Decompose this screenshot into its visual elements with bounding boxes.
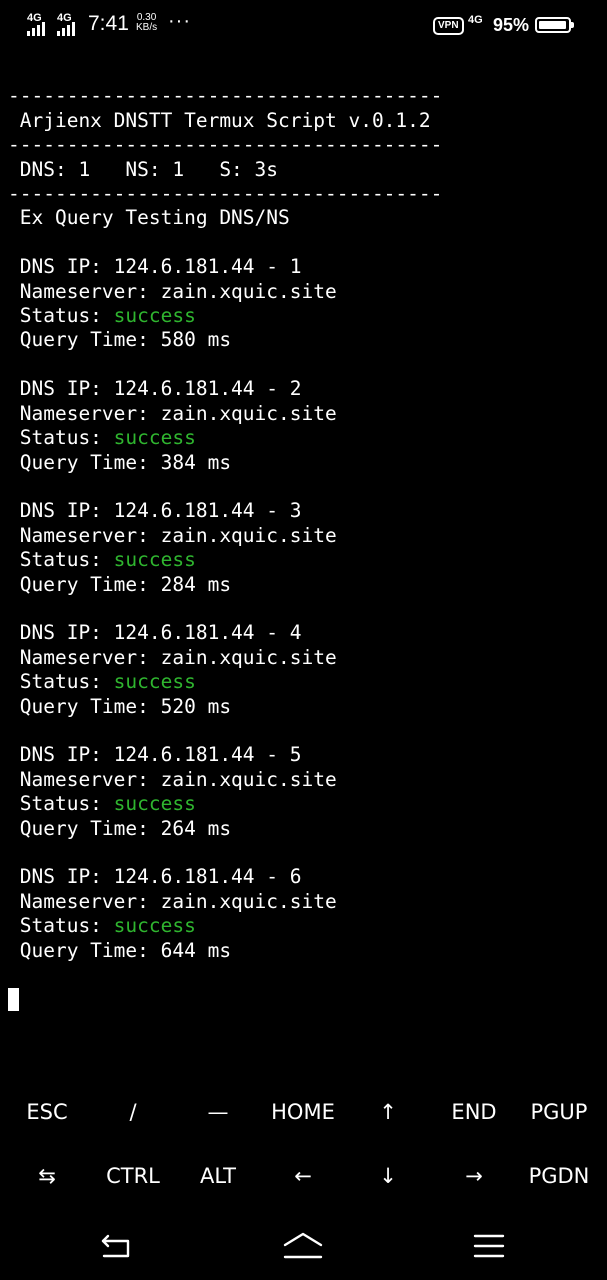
result-block: DNS IP: 124.6.181.44 - 5 Nameserver: zai… (8, 743, 442, 841)
status-label: Status: (8, 792, 114, 816)
home-key[interactable]: HOME (260, 1080, 346, 1144)
arrow-left-key[interactable]: ← (260, 1144, 346, 1208)
status-label: Status: (8, 548, 114, 572)
nameserver-line: Nameserver: zain.xquic.site (8, 645, 337, 669)
status-line: Status: success (8, 670, 442, 694)
menu-icon (473, 1234, 505, 1258)
query-time-line: Query Time: 384 ms (8, 450, 232, 474)
status-line: Status: success (8, 792, 442, 816)
status-line: Status: success (8, 548, 442, 572)
query-time-line: Query Time: 264 ms (8, 816, 232, 840)
query-time-line: Query Time: 284 ms (8, 572, 232, 596)
result-block: DNS IP: 124.6.181.44 - 2 Nameserver: zai… (8, 377, 442, 475)
esc-key[interactable]: ESC (4, 1080, 90, 1144)
end-key[interactable]: END (431, 1080, 517, 1144)
pgup-key[interactable]: PGUP (516, 1080, 602, 1144)
alt-key[interactable]: ALT (175, 1144, 261, 1208)
script-title: Arjienx DNSTT Termux Script v.0.1.2 (8, 108, 431, 132)
home-icon (283, 1232, 323, 1259)
net-speed: 0.30 KB/s (136, 13, 157, 33)
battery-tip (571, 22, 574, 28)
clock: 7:41 (88, 12, 129, 35)
status-value: success (113, 304, 196, 328)
arrow-up-key[interactable]: ↑ (345, 1080, 431, 1144)
query-time-line: Query Time: 644 ms (8, 938, 232, 962)
signal-1-label: 4G (27, 12, 42, 24)
ctrl-key[interactable]: CTRL (90, 1144, 176, 1208)
nameserver-line: Nameserver: zain.xquic.site (8, 523, 337, 547)
slash-key[interactable]: / (90, 1080, 176, 1144)
dns-ip-line: DNS IP: 124.6.181.44 - 5 (8, 743, 302, 767)
dns-ip-line: DNS IP: 124.6.181.44 - 6 (8, 865, 302, 889)
nameserver-line: Nameserver: zain.xquic.site (8, 401, 337, 425)
dns-ip-line: DNS IP: 124.6.181.44 - 3 (8, 499, 302, 523)
status-label: Status: (8, 426, 114, 450)
summary-line: DNS: 1 NS: 1 S: 3s (8, 157, 279, 181)
status-value: success (113, 670, 196, 694)
navigation-bar (0, 1216, 607, 1280)
status-value: success (113, 426, 196, 450)
status-bar: 4G 4G 7:41 0.30 KB/s ··· VPN 4G 95% (0, 0, 607, 56)
status-value: success (113, 914, 196, 938)
pgdn-key[interactable]: PGDN (516, 1144, 602, 1208)
nameserver-line: Nameserver: zain.xquic.site (8, 889, 337, 913)
result-block: DNS IP: 124.6.181.44 - 6 Nameserver: zai… (8, 865, 442, 963)
divider: ------------------------------------- (8, 182, 443, 206)
status-value: success (113, 548, 196, 572)
arrow-down-key[interactable]: ↓ (345, 1144, 431, 1208)
back-button[interactable] (87, 1226, 147, 1266)
result-block: DNS IP: 124.6.181.44 - 4 Nameserver: zai… (8, 621, 442, 719)
divider: ------------------------------------- (8, 133, 443, 157)
menu-button[interactable] (459, 1226, 519, 1266)
terminal-output[interactable]: ------------------------------------- Ar… (8, 60, 442, 1036)
extra-keys-bar: ESC / — HOME ↑ END PGUP ⇆ CTRL ALT ← ↓ →… (0, 1080, 607, 1210)
status-label: Status: (8, 304, 114, 328)
more-notifications-icon: ··· (168, 10, 191, 32)
status-line: Status: success (8, 914, 442, 938)
arrow-right-key[interactable]: → (431, 1144, 517, 1208)
dns-ip-line: DNS IP: 124.6.181.44 - 1 (8, 255, 302, 279)
query-time-line: Query Time: 580 ms (8, 328, 232, 352)
vpn-icon: VPN (433, 17, 464, 35)
battery-icon (535, 17, 571, 33)
battery-percent: 95% (493, 15, 530, 35)
dns-ip-line: DNS IP: 124.6.181.44 - 2 (8, 377, 302, 401)
status-line: Status: success (8, 426, 442, 450)
divider: ------------------------------------- (8, 84, 443, 108)
nameserver-line: Nameserver: zain.xquic.site (8, 767, 337, 791)
query-time-line: Query Time: 520 ms (8, 694, 232, 718)
mobile-data-icon: 4G (468, 14, 483, 26)
terminal-cursor (8, 988, 19, 1012)
nameserver-line: Nameserver: zain.xquic.site (8, 279, 337, 303)
back-icon (101, 1234, 130, 1258)
tab-key[interactable]: ⇆ (4, 1144, 90, 1208)
prompt-line[interactable] (8, 987, 442, 1012)
home-button[interactable] (273, 1226, 333, 1266)
status-line: Status: success (8, 304, 442, 328)
section-title: Ex Query Testing DNS/NS (8, 206, 290, 230)
dns-ip-line: DNS IP: 124.6.181.44 - 4 (8, 621, 302, 645)
result-block: DNS IP: 124.6.181.44 - 3 Nameserver: zai… (8, 499, 442, 597)
status-label: Status: (8, 670, 114, 694)
net-speed-unit: KB/s (136, 22, 158, 33)
dash-key[interactable]: — (175, 1080, 261, 1144)
status-value: success (113, 792, 196, 816)
signal-2-label: 4G (57, 12, 72, 24)
result-block: DNS IP: 124.6.181.44 - 1 Nameserver: zai… (8, 255, 442, 353)
status-label: Status: (8, 914, 114, 938)
